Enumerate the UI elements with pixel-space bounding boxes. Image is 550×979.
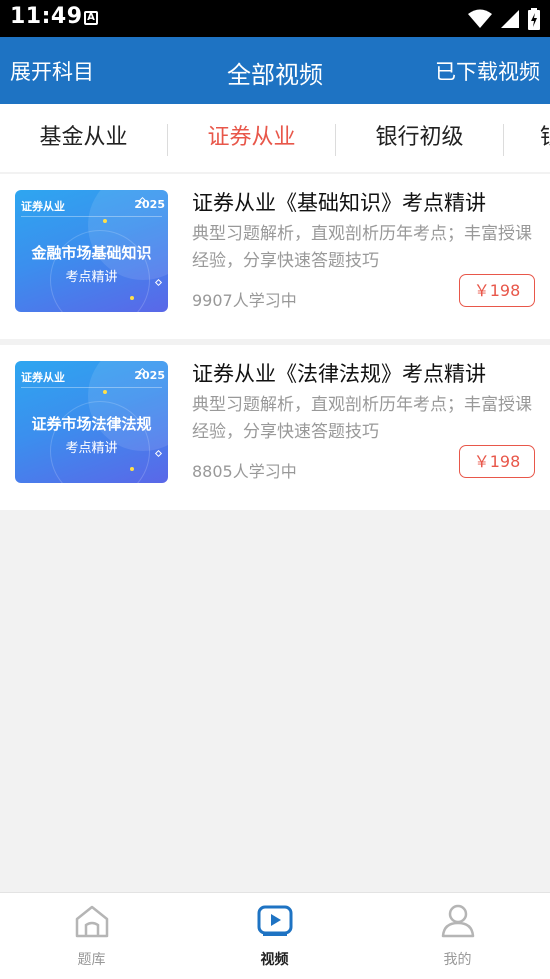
course-card[interactable]: 证券从业 2025 金融市场基础知识 考点精讲 证券从业《基础知识》考点精讲 典… bbox=[0, 174, 550, 339]
notification-icon: A bbox=[84, 11, 98, 25]
course-title[interactable]: 证券从业《基础知识》考点精讲 bbox=[192, 187, 486, 217]
tab-partial[interactable]: 银 bbox=[504, 104, 550, 172]
thumb-title: 金融市场基础知识 bbox=[31, 244, 152, 262]
tab-bank[interactable]: 银行初级 bbox=[336, 104, 503, 172]
course-thumbnail[interactable]: 证券从业 2025 金融市场基础知识 考点精讲 bbox=[15, 190, 168, 312]
learner-count: 8805人学习中 bbox=[192, 462, 297, 481]
bottom-nav: 题库 视频 我的 bbox=[0, 892, 550, 979]
status-bar: 11:49 A bbox=[0, 0, 550, 37]
learner-count: 9907人学习中 bbox=[192, 291, 297, 310]
subject-tab-bar: 基金从业 证券从业 银行初级 银 bbox=[0, 104, 550, 172]
status-time: 11:49 bbox=[10, 4, 83, 29]
status-icons bbox=[468, 7, 540, 31]
tab-fund[interactable]: 基金从业 bbox=[0, 104, 167, 172]
price-button[interactable]: ￥198 bbox=[459, 445, 535, 478]
signal-icon bbox=[501, 10, 519, 28]
nav-item-video[interactable]: 视频 bbox=[183, 893, 366, 979]
course-description: 典型习题解析，直观剖析历年考点；丰富授课经验，分享快速答题技巧 bbox=[192, 224, 532, 271]
wifi-icon bbox=[468, 9, 492, 28]
thumb-title: 证券市场法律法规 bbox=[31, 415, 152, 433]
tab-securities[interactable]: 证券从业 bbox=[168, 104, 335, 172]
course-thumbnail[interactable]: 证券从业 2025 证券市场法律法规 考点精讲 bbox=[15, 361, 168, 483]
nav-label: 题库 bbox=[77, 952, 106, 968]
thumb-subtitle: 考点精讲 bbox=[65, 441, 118, 456]
nav-item-question-bank[interactable]: 题库 bbox=[0, 893, 183, 979]
price-button[interactable]: ￥198 bbox=[459, 274, 535, 307]
nav-label: 我的 bbox=[443, 952, 472, 968]
nav-label: 视频 bbox=[260, 952, 289, 968]
thumb-tag: 证券从业 bbox=[21, 371, 65, 384]
thumb-tag: 证券从业 bbox=[21, 200, 65, 213]
battery-icon bbox=[528, 8, 540, 30]
nav-item-profile[interactable]: 我的 bbox=[366, 893, 549, 979]
user-icon bbox=[441, 904, 475, 938]
app-header: 展开科目 全部视频 已下载视频 bbox=[0, 37, 550, 104]
thumb-subtitle: 考点精讲 bbox=[65, 270, 118, 285]
video-icon bbox=[257, 905, 293, 936]
home-icon bbox=[75, 905, 109, 938]
downloaded-videos-button[interactable]: 已下载视频 bbox=[435, 56, 540, 86]
course-card[interactable]: 证券从业 2025 证券市场法律法规 考点精讲 证券从业《法律法规》考点精讲 典… bbox=[0, 345, 550, 510]
course-description: 典型习题解析，直观剖析历年考点；丰富授课经验，分享快速答题技巧 bbox=[192, 395, 532, 442]
course-title[interactable]: 证券从业《法律法规》考点精讲 bbox=[192, 358, 486, 388]
